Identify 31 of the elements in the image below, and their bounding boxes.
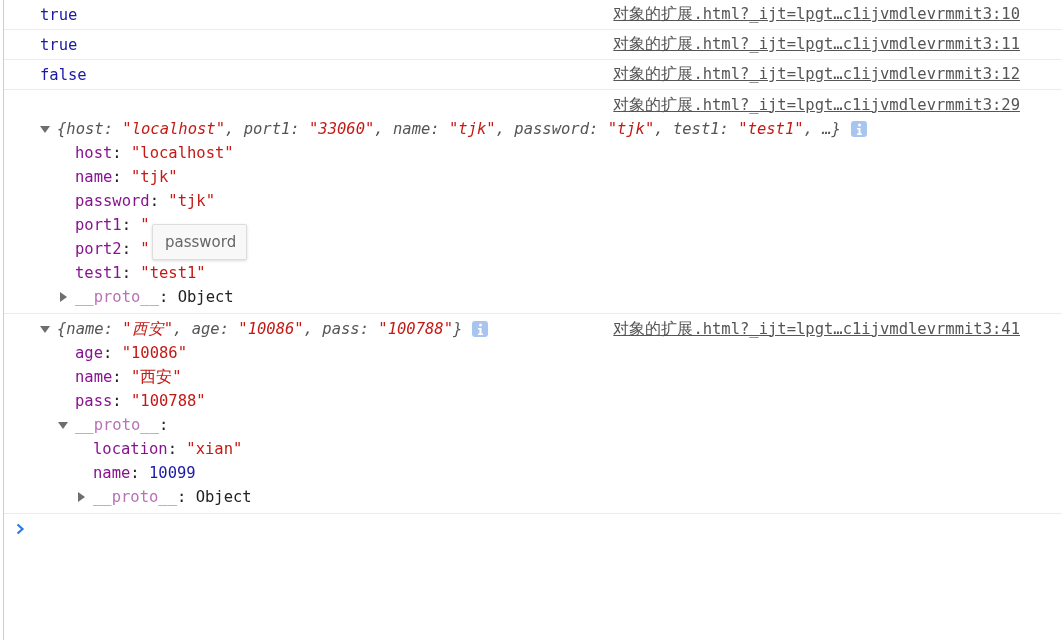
source-link[interactable]: 对象的扩展.html?_ijt=lpgt…c1ijvmdlevrmmit3:10 xyxy=(613,4,1020,25)
property-line: port2: " xyxy=(75,240,150,258)
property-line: password: "tjk" xyxy=(75,192,215,210)
property-line: __proto__: Object xyxy=(93,488,252,506)
object-summary[interactable]: {host: "localhost", port1: "33060", name: "tjk", password: "tjk", test1: "test1", …} xyxy=(57,120,841,138)
collapsed-arrow-icon[interactable] xyxy=(58,292,68,302)
source-link[interactable]: 对象的扩展.html?_ijt=lpgt…c1ijvmdlevrmmit3:29 xyxy=(613,94,1020,116)
expanded-arrow-icon[interactable] xyxy=(58,420,68,430)
property-line: __proto__: xyxy=(75,416,169,434)
expanded-arrow-icon[interactable] xyxy=(40,124,50,134)
property-line: age: "10086" xyxy=(75,344,187,362)
property-line: pass: "100788" xyxy=(75,392,206,410)
property-line: location: "xian" xyxy=(93,440,243,458)
property-line: port1: " xyxy=(75,216,150,234)
collapsed-arrow-icon[interactable] xyxy=(76,492,86,502)
property-line: name: 10099 xyxy=(93,464,196,482)
log-value: true xyxy=(40,5,78,24)
source-link[interactable]: 对象的扩展.html?_ijt=lpgt…c1ijvmdlevrmmit3:11 xyxy=(613,34,1020,55)
property-line: name: "西安" xyxy=(75,366,182,388)
source-link[interactable]: 对象的扩展.html?_ijt=lpgt…c1ijvmdlevrmmit3:41 xyxy=(613,318,1020,340)
expanded-arrow-icon[interactable] xyxy=(40,324,50,334)
log-value: true xyxy=(40,35,78,54)
log-value: false xyxy=(40,65,87,84)
property-line: __proto__: Object xyxy=(75,288,234,306)
source-link[interactable]: 对象的扩展.html?_ijt=lpgt…c1ijvmdlevrmmit3:12 xyxy=(613,64,1020,85)
property-line: name: "tjk" xyxy=(75,168,178,186)
tooltip: password xyxy=(152,224,248,260)
object-summary[interactable]: {name: "西安", age: "10086", pass: "100788"} xyxy=(57,318,463,340)
property-line: host: "localhost" xyxy=(75,144,234,162)
prompt-icon xyxy=(16,523,25,535)
property-line: test1: "test1" xyxy=(75,264,206,282)
